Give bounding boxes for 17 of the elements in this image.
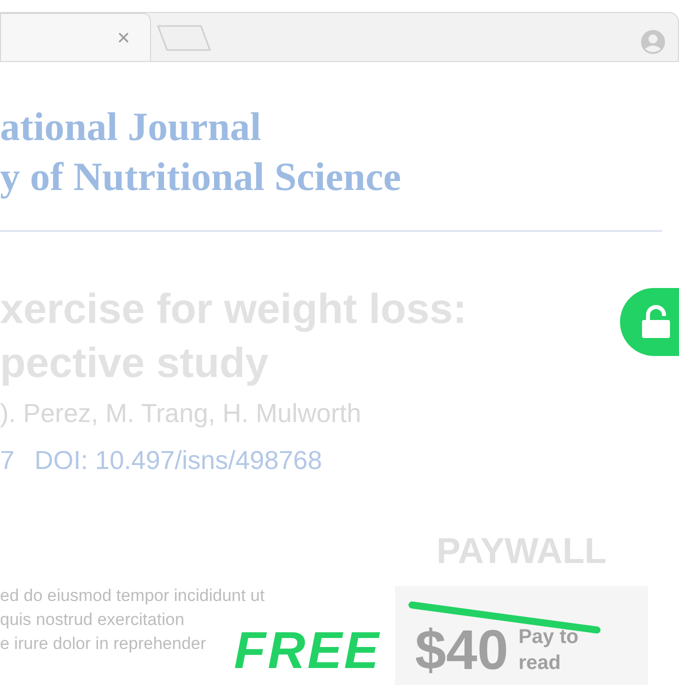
browser-tab[interactable]: × [1,13,151,61]
pay-to-read-label: Pay to [518,625,578,650]
pay-to-read-label: read [518,651,562,676]
abstract-text: ed do eiusmod tempor incididunt ut [0,585,265,607]
price: $40 [415,617,508,683]
abstract-text: quis nostrud exercitation [0,609,184,631]
doi-link[interactable]: DOI: 10.497/isns/498768 [34,441,322,480]
abstract-text: e irure dolor in reprehender [0,633,206,655]
journal-name: ational Journal [0,103,262,151]
open-padlock-icon [640,305,672,339]
new-tab-button[interactable] [157,25,211,51]
profile-icon[interactable] [640,29,666,55]
free-label: FREE [234,621,381,682]
unlock-button[interactable] [620,288,679,356]
article-year: 7 [0,444,14,477]
journal-name: y of Nutritional Science [0,153,402,201]
close-tab-button[interactable]: × [117,21,130,54]
